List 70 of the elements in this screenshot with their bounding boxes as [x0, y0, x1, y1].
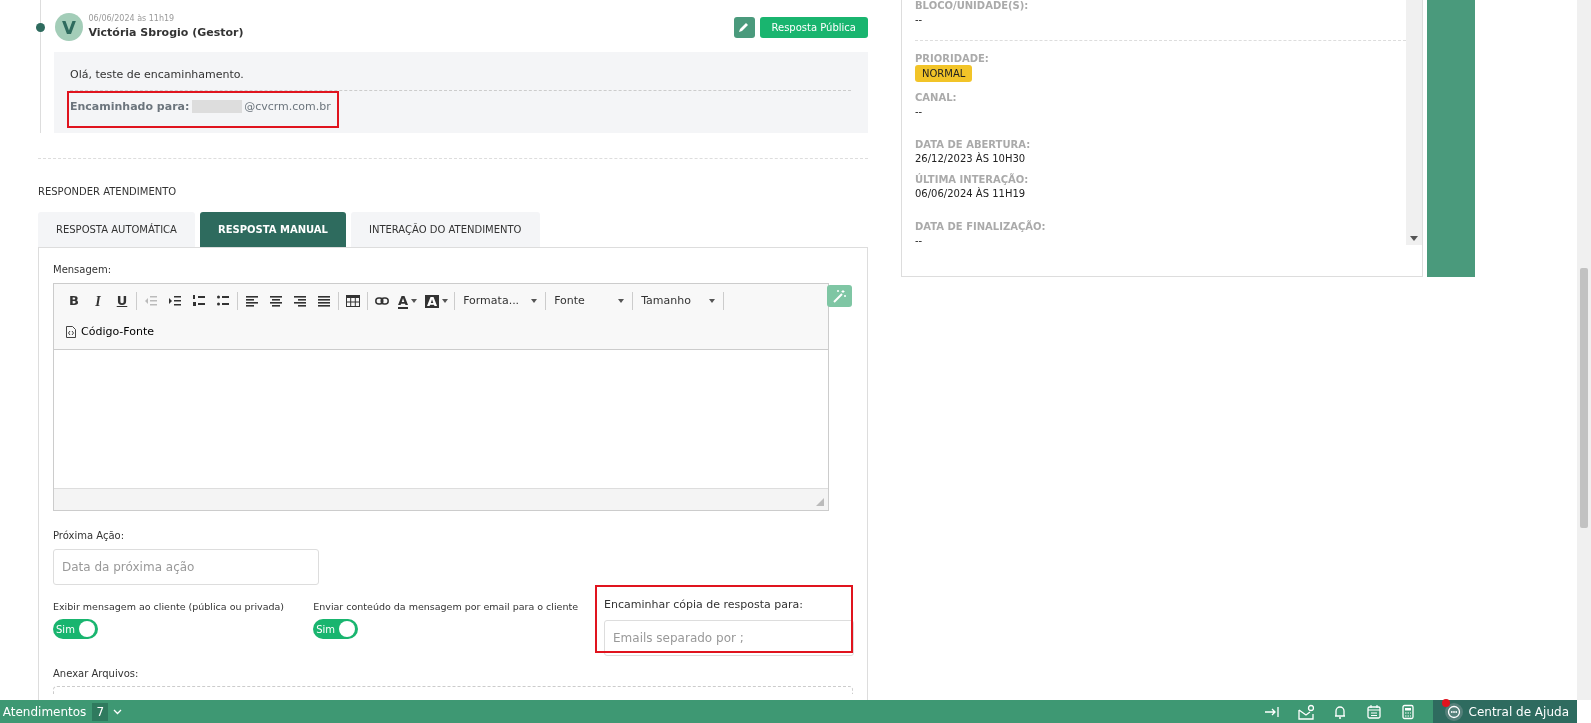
- outdent-icon: [145, 295, 157, 307]
- field-label: Anexar Arquivos:: [53, 666, 140, 681]
- document-icon: [66, 326, 76, 338]
- detail-value: 06/06/2024 ÀS 11H19: [915, 187, 1027, 200]
- field-label: Mensagem:: [53, 263, 113, 277]
- caret-icon: [411, 299, 418, 303]
- field-label: Encaminhar cópia de resposta para:: [604, 596, 804, 613]
- caret-icon: [1409, 236, 1418, 241]
- detail-label: DATA DE ABERTURA:: [915, 138, 1032, 151]
- priority-badge: NORMAL: [915, 65, 973, 82]
- align-center-icon: [270, 295, 282, 307]
- caret-icon: [442, 299, 449, 303]
- bullet-list-icon: [217, 295, 229, 307]
- envelope-gear-icon[interactable]: [1297, 703, 1314, 720]
- detail-value: --: [915, 234, 924, 247]
- detail-label: BLOCO/UNIDADE(S):: [915, 0, 1030, 12]
- calendar-icon[interactable]: [1365, 703, 1382, 720]
- detail-label: PRIORIDADE:: [915, 53, 990, 65]
- message-text: Olá, teste de encaminhamento.: [70, 67, 245, 83]
- toggle-label: Enviar conteúdo da mensagem por email para o cliente: [313, 599, 579, 614]
- forwarded-email: @cvcrm.com.br: [244, 98, 331, 115]
- edit-button[interactable]: [733, 16, 755, 38]
- magic-wand-icon: [832, 289, 847, 303]
- attendances-button[interactable]: Atendimentos 7: [2, 702, 122, 721]
- section-title: RESPONDER ATENDIMENTO: [38, 185, 178, 199]
- bold-button[interactable]: B: [62, 290, 86, 312]
- detail-label: ÚLTIMA INTERAÇÃO:: [915, 173, 1030, 186]
- calculator-icon[interactable]: [1399, 703, 1416, 720]
- avatar: V: [55, 13, 83, 41]
- detail-label: DATA DE FINALIZAÇÃO:: [915, 220, 1047, 233]
- format-dropdown[interactable]: Formata...: [457, 290, 544, 312]
- detail-value: --: [915, 105, 924, 118]
- indent-icon: [169, 295, 181, 307]
- help-button[interactable]: Central de Ajuda: [1432, 700, 1577, 723]
- link-icon: [375, 295, 389, 307]
- format-dropdown[interactable]: Tamanho: [635, 290, 722, 312]
- caret-icon: [531, 299, 538, 303]
- detail-value: 26/12/2023 ÀS 10H30: [915, 152, 1027, 165]
- toggle-label: Exibir mensagem ao cliente (pública ou privada): [53, 599, 285, 614]
- table-icon: [346, 295, 360, 307]
- forwarded-label: Encaminhado para:: [70, 98, 190, 115]
- tab[interactable]: RESPOSTA AUTOMÁTICA: [38, 212, 195, 247]
- format-dropdown[interactable]: Fonte: [548, 290, 631, 312]
- justify-icon: [318, 295, 330, 307]
- detail-label: CANAL:: [915, 91, 958, 104]
- caret-icon: [618, 299, 625, 303]
- pencil-icon: [738, 21, 750, 33]
- author-name: Victória Sbrogio (Gestor): [88, 24, 244, 41]
- count-badge: 7: [92, 702, 108, 721]
- align-right-icon: [294, 295, 306, 307]
- align-left-icon: [246, 295, 258, 307]
- tab[interactable]: INTERAÇÃO DO ATENDIMENTO: [350, 212, 540, 247]
- field-label: Próxima Ação:: [53, 528, 126, 543]
- chat-icon: [1444, 702, 1463, 721]
- resize-handle-icon: [816, 498, 824, 506]
- highlight-color-button[interactable]: A: [421, 290, 453, 312]
- caret-icon: [709, 299, 716, 303]
- message-date: 06/06/2024 às 11h19: [88, 12, 176, 25]
- underline-button[interactable]: U: [110, 290, 134, 312]
- chevron-icon: [113, 708, 122, 715]
- text-color-button[interactable]: A: [394, 290, 422, 312]
- date-input-field[interactable]: Data da próxima ação: [53, 548, 319, 585]
- detail-value: --: [915, 14, 924, 26]
- source-code-button[interactable]: Código-Fonte: [62, 320, 159, 344]
- tab[interactable]: RESPOSTA MANUAL: [199, 212, 346, 247]
- email-input-field[interactable]: Emails separado por ;: [604, 620, 854, 656]
- italic-button[interactable]: I: [86, 290, 110, 312]
- timeline-dot: [36, 23, 45, 32]
- numbered-list-icon: [193, 295, 205, 307]
- redacted-area: [192, 100, 243, 114]
